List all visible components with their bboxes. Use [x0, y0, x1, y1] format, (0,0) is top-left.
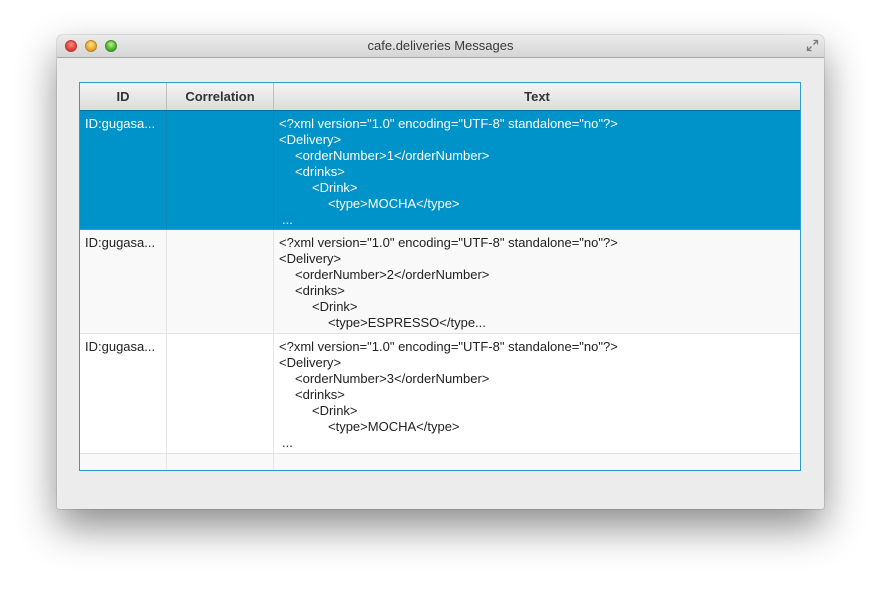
xml-line: <drinks> — [295, 283, 345, 298]
table-body: ID:gugasa... <?xml version="1.0" encodin… — [80, 110, 800, 470]
messages-table[interactable]: ID Correlation Text ID:gugasa... <?xml v… — [79, 82, 801, 471]
xml-line: <Delivery> — [279, 355, 342, 370]
empty-table-row — [80, 454, 800, 470]
window-title: cafe.deliveries Messages — [367, 38, 514, 53]
xml-line: <Delivery> — [279, 132, 342, 147]
xml-line: <Delivery> — [279, 251, 342, 266]
xml-line: <type>ESPRESSO</type... — [328, 315, 486, 330]
xml-line: <?xml version="1.0" encoding="UTF-8" sta… — [279, 235, 618, 250]
text-cell: <?xml version="1.0" encoding="UTF-8" sta… — [274, 334, 800, 453]
id-cell: ID:gugasa... — [80, 334, 167, 453]
fullscreen-icon[interactable] — [806, 39, 819, 52]
xml-line: <drinks> — [295, 164, 345, 179]
xml-line: <Drink> — [312, 299, 358, 314]
xml-line: <orderNumber>1</orderNumber> — [295, 148, 490, 163]
xml-line: <?xml version="1.0" encoding="UTF-8" sta… — [279, 116, 618, 131]
xml-line: <orderNumber>2</orderNumber> — [295, 267, 490, 282]
column-header-text[interactable]: Text — [274, 83, 800, 110]
xml-line: <orderNumber>3</orderNumber> — [295, 371, 490, 386]
xml-line: <Drink> — [312, 403, 358, 418]
table-row[interactable]: ID:gugasa... <?xml version="1.0" encodin… — [80, 110, 800, 231]
title-bar[interactable]: cafe.deliveries Messages — [57, 35, 824, 58]
xml-line: <Drink> — [312, 180, 358, 195]
messages-window: cafe.deliveries Messages ID Correlation … — [57, 35, 824, 509]
table-header: ID Correlation Text — [80, 83, 800, 111]
empty-cell — [274, 454, 800, 470]
id-cell: ID:gugasa... — [80, 111, 167, 229]
xml-line: <drinks> — [295, 387, 345, 402]
text-cell: <?xml version="1.0" encoding="UTF-8" sta… — [274, 230, 800, 333]
empty-cell — [80, 454, 167, 470]
table-row[interactable]: ID:gugasa... <?xml version="1.0" encodin… — [80, 334, 800, 454]
column-header-id[interactable]: ID — [80, 83, 167, 110]
text-cell: <?xml version="1.0" encoding="UTF-8" sta… — [274, 111, 800, 229]
correlation-cell — [167, 334, 274, 453]
xml-line: ... — [282, 212, 293, 227]
correlation-cell — [167, 111, 274, 229]
xml-line: <type>MOCHA</type> — [328, 419, 460, 434]
empty-cell — [167, 454, 274, 470]
id-cell: ID:gugasa... — [80, 230, 167, 333]
xml-line: <?xml version="1.0" encoding="UTF-8" sta… — [279, 339, 618, 354]
xml-line: <type>MOCHA</type> — [328, 196, 460, 211]
table-row[interactable]: ID:gugasa... <?xml version="1.0" encodin… — [80, 230, 800, 334]
correlation-cell — [167, 230, 274, 333]
column-header-correlation[interactable]: Correlation — [167, 83, 274, 110]
xml-line: ... — [282, 435, 293, 450]
